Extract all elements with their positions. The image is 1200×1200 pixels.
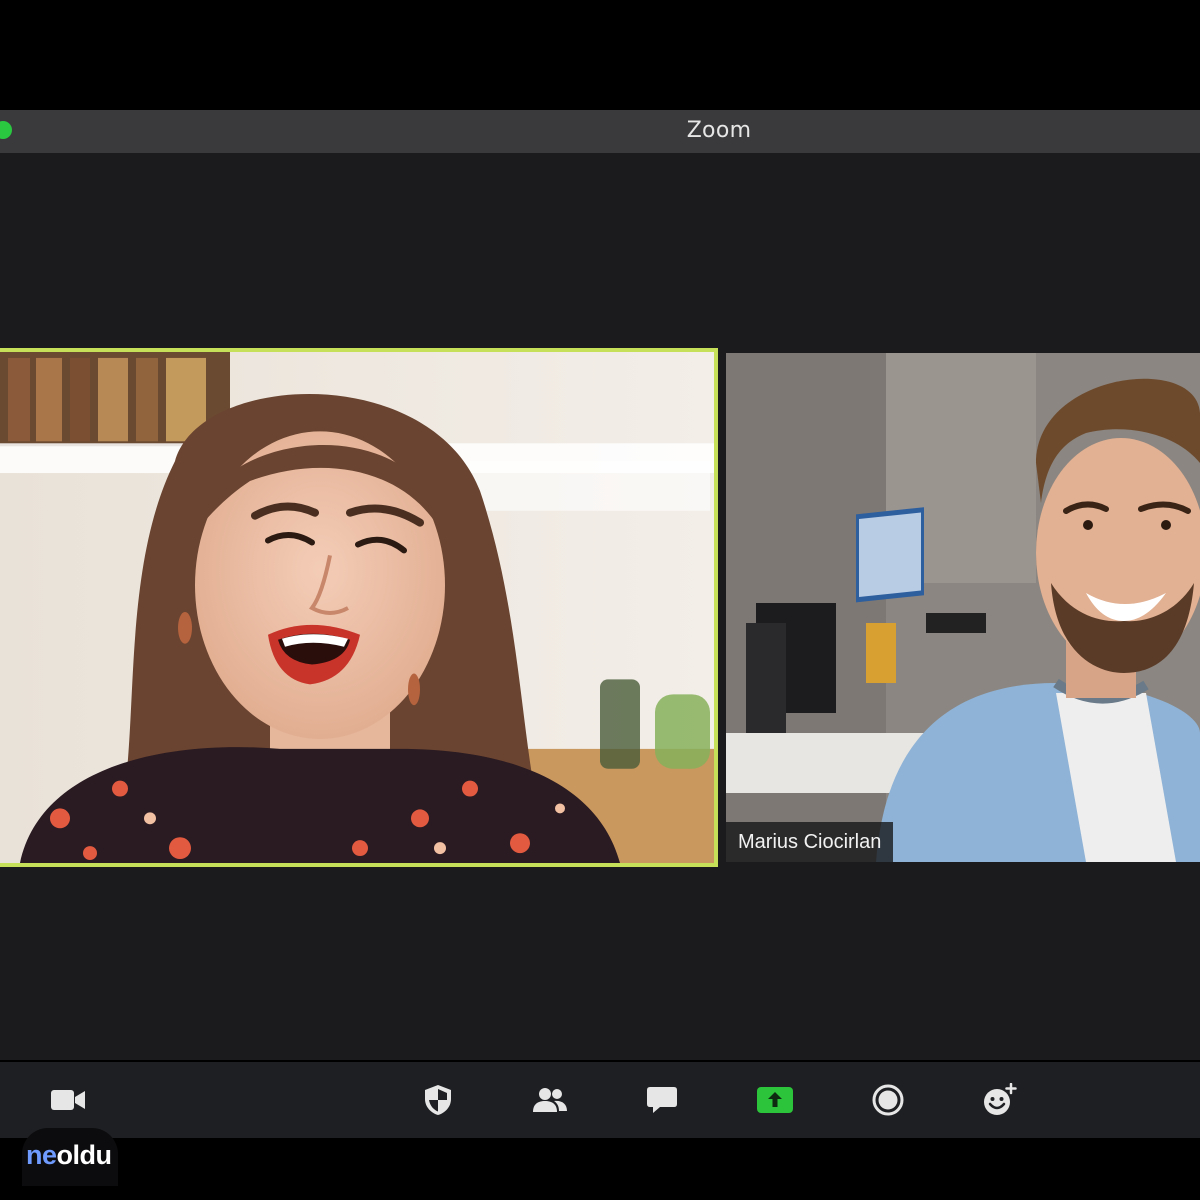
share-screen-icon — [757, 1087, 793, 1113]
video-toggle-button[interactable] — [48, 1080, 88, 1120]
participant-video-feed — [0, 352, 714, 863]
participants-icon — [533, 1088, 567, 1112]
share-screen-button[interactable] — [755, 1080, 795, 1120]
watermark-logo-part: oldu — [56, 1140, 112, 1170]
video-camera-icon — [51, 1090, 85, 1110]
reactions-icon — [984, 1083, 1017, 1115]
participants-button[interactable] — [530, 1080, 570, 1120]
watermark-logo-part: ne — [26, 1140, 57, 1170]
participant-name-label: Marius Ciocirlan — [726, 822, 894, 862]
participant-video-feed — [726, 353, 1200, 862]
watermark-logo: neoldu — [26, 1140, 112, 1171]
video-tile-participant[interactable] — [726, 353, 1200, 862]
security-shield-icon — [425, 1085, 451, 1115]
video-tile-active-speaker[interactable] — [0, 348, 718, 867]
record-button[interactable] — [868, 1080, 908, 1120]
reactions-button[interactable] — [980, 1080, 1020, 1120]
chat-button[interactable] — [642, 1080, 682, 1120]
meeting-toolbar — [0, 1062, 1200, 1138]
record-icon — [872, 1084, 904, 1116]
chat-bubble-icon — [647, 1087, 677, 1113]
security-button[interactable] — [418, 1080, 458, 1120]
window-title: Zoom — [686, 118, 752, 143]
